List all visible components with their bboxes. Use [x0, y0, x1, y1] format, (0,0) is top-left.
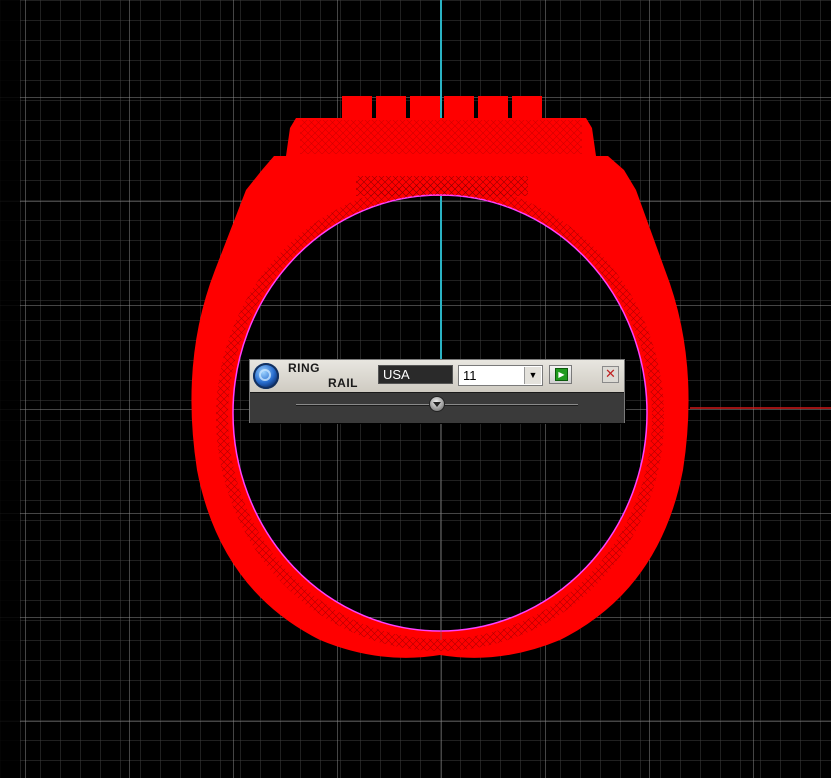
ring-logo-icon[interactable]: [253, 363, 279, 389]
prong: [478, 96, 508, 120]
close-icon: ✕: [605, 366, 616, 381]
prong: [410, 96, 440, 120]
panel-title-rail: RAIL: [328, 376, 358, 390]
panel-title-ring: RING: [288, 361, 320, 375]
size-standard-field[interactable]: USA: [378, 365, 453, 384]
play-icon: ▶: [555, 368, 568, 381]
viewport-border-left: [0, 0, 20, 778]
ring-rail-panel[interactable]: RING RAIL USA 11 ▼ ▶ ✕: [249, 359, 625, 423]
slider-thumb[interactable]: [429, 396, 445, 412]
panel-toolbar: RING RAIL USA 11 ▼ ▶ ✕: [250, 360, 624, 392]
prong: [376, 96, 406, 120]
panel-slider-area: [250, 392, 624, 423]
prong: [342, 96, 372, 120]
chevron-down-icon[interactable]: ▼: [524, 367, 541, 384]
ring-size-select[interactable]: 11 ▼: [458, 365, 543, 386]
ring-size-value: 11: [463, 368, 477, 383]
apply-button[interactable]: ▶: [549, 365, 572, 384]
close-button[interactable]: ✕: [602, 366, 619, 383]
prong: [512, 96, 542, 120]
prong: [444, 96, 474, 120]
shelf-mesh: [300, 120, 582, 154]
